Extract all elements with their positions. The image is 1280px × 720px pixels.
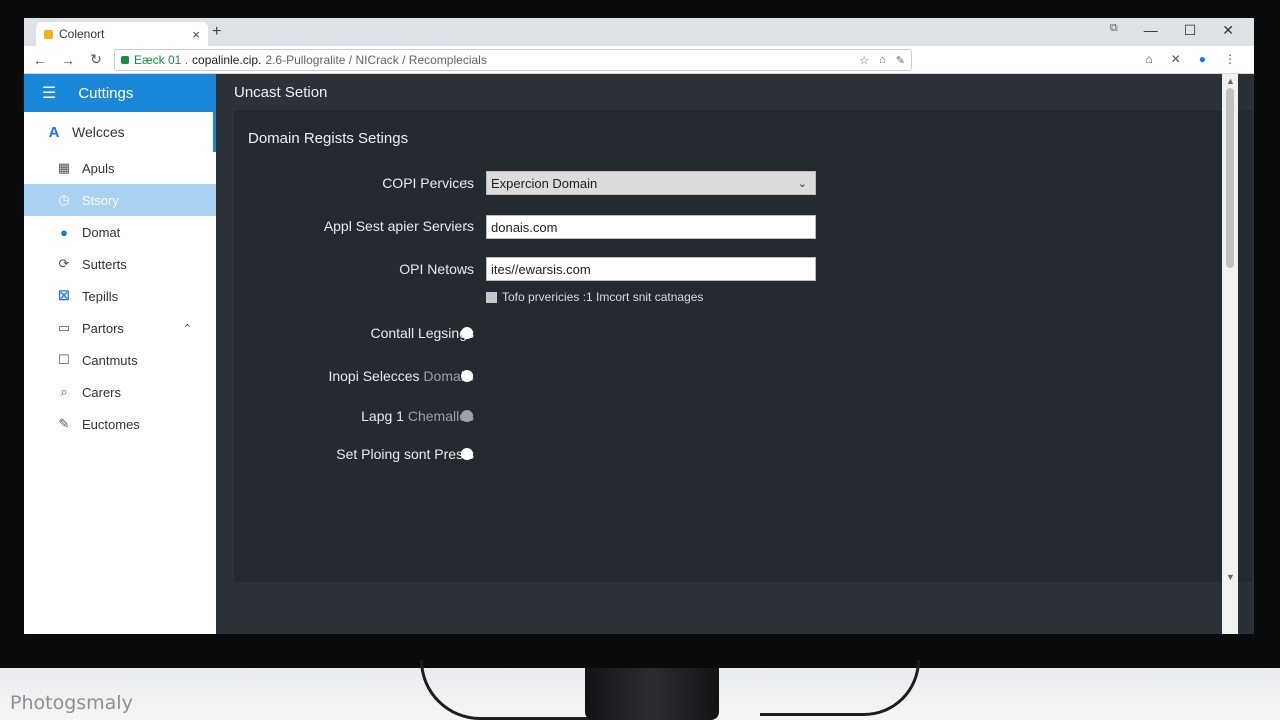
section-title: Uncast Setion: [234, 84, 328, 101]
window-controls: ⧉ — ☐ ✕: [1110, 22, 1234, 39]
lock-house-icon[interactable]: ⌂: [1145, 52, 1152, 66]
sidebar-item-label: Apuls: [82, 160, 115, 176]
chat-icon: ☐: [58, 352, 70, 367]
scroll-thumb[interactable]: [1226, 88, 1234, 268]
sidebar-item-label: Sutterts: [82, 256, 127, 272]
toggle-label-contall: Contall Legsings: [370, 325, 474, 341]
sidebar-item-label: Stsory: [82, 192, 119, 208]
lock-icon: [121, 56, 129, 64]
extension-icons: ⌂ ✕ ● ⋮: [1145, 52, 1236, 66]
cycle-icon: ⟳: [58, 256, 70, 271]
clock-icon: ◷: [58, 192, 70, 207]
sidebar-item-partors[interactable]: ▭ Partors ⌃: [24, 312, 216, 344]
appl-servers-label: Appl Sest apier Serviers: [323, 218, 474, 234]
scroll-up-arrow-icon[interactable]: ▲: [1226, 76, 1235, 86]
sidebar-item-label: Carers: [82, 384, 122, 400]
watermark: Photogsmaly: [10, 692, 133, 714]
tab-favicon-icon: [44, 29, 53, 39]
page: ☰ Cuttings A Welcces ▦ Apuls ◷ Stsory ● …: [24, 74, 1254, 634]
tab-title: Colenort: [59, 27, 105, 41]
sidebar-item-label: Welcces: [72, 124, 125, 140]
import-checkbox-label: Tofo prvericies :1 Imcort snit catnages: [502, 290, 704, 304]
toggle-inopi[interactable]: [461, 370, 473, 382]
omnibox-icons: ☆ ⌂ ✎: [859, 54, 905, 67]
settings-panel: Domain Regists Setings COPI Pervices : E…: [234, 110, 1252, 582]
search-icon: ⌕: [60, 384, 68, 399]
url-secure-label: Eæck 01 .: [134, 53, 189, 67]
import-checkbox-row[interactable]: Tofo prvericies :1 Imcort snit catnages: [486, 290, 703, 304]
toggle-label-lapg: Lapg 1 Chemalles: [361, 408, 474, 424]
back-arrow-icon[interactable]: ←: [28, 52, 52, 68]
sidebar-item-apuls[interactable]: ▦ Apuls: [24, 152, 216, 184]
cast-icon[interactable]: ⧉: [1110, 22, 1118, 39]
x-box-icon: ☒: [58, 288, 70, 303]
app-logo-icon: A: [48, 123, 60, 141]
tab-close-icon[interactable]: ×: [192, 27, 200, 42]
profile-icon[interactable]: ●: [1199, 52, 1206, 66]
url-path: 2.6-Pullogralite / NICrack / Recomplecia…: [265, 53, 487, 67]
sidebar-item-label: Partors: [82, 320, 124, 336]
panel-title: Domain Regists Setings: [248, 130, 409, 147]
toggle-label-set-ploing: Set Ploing sont Prests: [336, 446, 474, 462]
sidebar-item-tepills[interactable]: ☒ Tepills: [24, 280, 216, 312]
copi-services-label: COPI Pervices: [382, 175, 474, 191]
sidebar-item-sutterts[interactable]: ⟳ Sutterts: [24, 248, 216, 280]
sidebar-header-title: Cuttings: [78, 84, 134, 102]
import-checkbox[interactable]: [486, 291, 497, 303]
browser-toolbar: ← → ↻ Eæck 01 . copalinle.cip. 2.6-Pullo…: [24, 46, 1254, 74]
close-window-button[interactable]: ✕: [1222, 22, 1234, 39]
star-icon[interactable]: ☆: [859, 54, 869, 67]
colon-separator: :: [464, 218, 468, 233]
colon-separator: :: [464, 175, 468, 190]
scroll-down-arrow-icon[interactable]: ▼: [1226, 572, 1235, 582]
forward-arrow-icon[interactable]: →: [56, 52, 80, 68]
home-icon[interactable]: ⌂: [879, 54, 886, 67]
wrench-icon: ✎: [58, 416, 70, 431]
browser-tab[interactable]: Colenort ×: [36, 22, 208, 46]
toggle-contall[interactable]: [461, 327, 473, 339]
sidebar-item-carers[interactable]: ⌕ Carers: [24, 376, 216, 408]
minimize-button[interactable]: —: [1144, 22, 1158, 39]
url-host: copalinle.cip.: [192, 53, 262, 67]
toggle-set-ploing[interactable]: [461, 448, 473, 460]
toggle-label-inopi: Inopi Selecces Domails: [328, 368, 474, 384]
sidebar-item-story[interactable]: ◷ Stsory: [24, 184, 216, 216]
appl-servers-input[interactable]: donais.com: [486, 215, 816, 239]
chevron-down-icon: ⌄: [797, 177, 807, 190]
maximize-button[interactable]: ☐: [1184, 22, 1197, 39]
sidebar-item-cantmuts[interactable]: ☐ Cantmuts: [24, 344, 216, 376]
opi-networks-label: OPI Netows: [399, 261, 474, 277]
chevron-up-icon[interactable]: ⌃: [183, 322, 192, 335]
hamburger-menu-icon[interactable]: ☰: [42, 83, 56, 103]
sidebar-item-label: Domat: [82, 224, 121, 240]
address-bar[interactable]: Eæck 01 . copalinle.cip. 2.6-Pullogralit…: [114, 49, 912, 71]
new-tab-button[interactable]: +: [212, 23, 221, 41]
sidebar-header: ☰ Cuttings: [24, 74, 216, 112]
sidebar-item-domat[interactable]: ● Domat: [24, 216, 216, 248]
monitor-stand: [585, 668, 719, 720]
opi-networks-input[interactable]: ites//ewarsis.com: [486, 257, 816, 281]
folder-icon: ▭: [57, 320, 71, 335]
browser-window: Colenort × + ⧉ — ☐ ✕ ← → ↻ Eæck 01 . cop…: [24, 18, 1254, 634]
reload-icon[interactable]: ↻: [84, 51, 108, 68]
main-content: Uncast Setion Domain Regists Setings COP…: [216, 74, 1252, 634]
calendar-icon: ▦: [57, 160, 71, 175]
kebab-menu-icon[interactable]: ⋮: [1224, 52, 1236, 66]
sidebar-item-label: Tepills: [82, 288, 119, 304]
sidebar-item-label: Cantmuts: [82, 352, 138, 368]
extension-icon[interactable]: ✎: [896, 54, 905, 67]
sidebar-item-welcome[interactable]: A Welcces: [24, 112, 216, 152]
domain-icon: ●: [60, 224, 68, 240]
vertical-scrollbar[interactable]: ▲ ▼: [1222, 74, 1238, 634]
domain-select[interactable]: Expercion Domain ⌄: [486, 171, 816, 195]
tools-icon[interactable]: ✕: [1171, 52, 1181, 66]
sidebar: ☰ Cuttings A Welcces ▦ Apuls ◷ Stsory ● …: [24, 74, 216, 634]
toggle-lapg[interactable]: [461, 410, 473, 422]
colon-separator: :: [464, 261, 468, 276]
sidebar-item-euctomes[interactable]: ✎ Euctomes: [24, 408, 216, 440]
domain-select-value: Expercion Domain: [491, 175, 598, 191]
sidebar-item-label: Euctomes: [82, 416, 140, 432]
tab-bar: Colenort × + ⧉ — ☐ ✕: [24, 18, 1254, 46]
